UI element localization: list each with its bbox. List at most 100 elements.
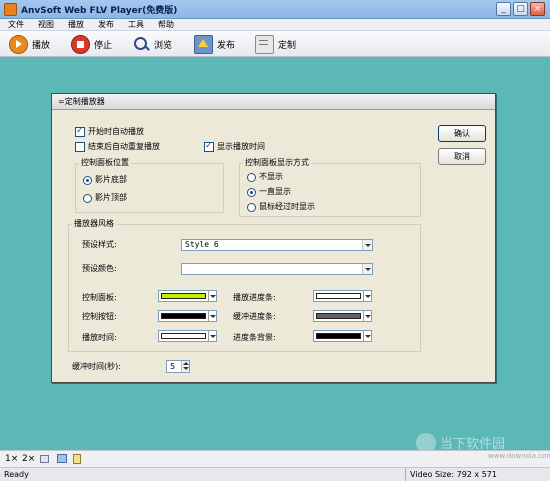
dialog-title-bar: =定制播放器 — [52, 94, 495, 110]
watermark-url: www.downxia.com — [488, 452, 550, 460]
zoom-1x-button[interactable]: 1× — [5, 454, 18, 464]
menu-bar: 文件 视图 播放 发布 工具 帮助 — [0, 19, 550, 31]
panel-position-group — [75, 163, 224, 213]
preset-color-label: 预设颜色: — [82, 264, 117, 273]
preset-style-label: 预设样式: — [82, 240, 117, 249]
play-button[interactable]: 播放 — [9, 34, 50, 54]
customize-icon — [255, 34, 274, 54]
display-hide-radio[interactable] — [247, 173, 256, 182]
chevron-down-icon — [363, 331, 371, 341]
browse-button[interactable]: 浏览 — [133, 34, 172, 54]
publish-label: 发布 — [217, 40, 236, 51]
buffer-time-label: 缓冲时间(秒): — [72, 362, 121, 371]
close-button[interactable]: × — [530, 2, 545, 16]
display-hide-label: 不显示 — [259, 172, 283, 181]
panel-position-title: 控制面板位置 — [79, 158, 131, 168]
panel-display-title: 控制面板显示方式 — [243, 158, 311, 168]
chevron-down-icon — [362, 240, 372, 250]
position-bottom-label: 影片底部 — [95, 175, 127, 184]
menu-file[interactable]: 文件 — [8, 19, 24, 31]
play-label: 播放 — [32, 40, 51, 51]
buffer-time-value: 5 — [170, 362, 176, 371]
note-icon[interactable] — [73, 454, 81, 464]
control-button-color-swatch — [161, 313, 206, 319]
display-always-radio[interactable] — [247, 188, 256, 197]
title-bar: AnvSoft Web FLV Player(免费版) _ □ × — [0, 0, 550, 19]
chevron-down-icon — [208, 311, 216, 321]
buffer-progress-color-swatch — [316, 313, 361, 319]
display-always-label: 一直显示 — [259, 187, 291, 196]
play-time-color-label: 播放时间: — [82, 333, 117, 342]
play-icon — [9, 34, 28, 54]
customize-label: 定制 — [278, 40, 297, 51]
publish-icon — [194, 34, 213, 54]
status-ready: Ready — [4, 470, 29, 479]
control-panel-color-picker[interactable] — [158, 290, 217, 302]
position-top-radio[interactable] — [83, 194, 92, 203]
play-progress-color-picker[interactable] — [313, 290, 372, 302]
chevron-down-icon — [208, 291, 216, 301]
control-panel-color-swatch — [161, 293, 206, 299]
menu-view[interactable]: 视图 — [38, 19, 54, 31]
autoplay-label: 开始时自动播放 — [88, 127, 144, 136]
chevron-down-icon — [362, 264, 372, 274]
display-hover-radio[interactable] — [247, 203, 256, 212]
customize-player-dialog: =定制播放器 确认 取消 开始时自动播放 结束后自动重复播放 显示播放时间 控制… — [51, 93, 496, 383]
play-time-color-picker[interactable] — [158, 330, 217, 342]
buffer-time-spinner[interactable]: 5 — [166, 360, 190, 373]
stop-label: 停止 — [94, 40, 113, 51]
show-time-label: 显示播放时间 — [217, 142, 265, 151]
fullscreen-icon[interactable] — [40, 455, 49, 463]
control-panel-color-label: 控制面板: — [82, 293, 117, 302]
stop-button[interactable]: 停止 — [71, 34, 112, 54]
menu-help[interactable]: 帮助 — [158, 19, 174, 31]
snapshot-icon[interactable] — [57, 454, 67, 463]
chevron-down-icon — [363, 291, 371, 301]
dialog-title: =定制播放器 — [58, 97, 105, 106]
autoplay-checkbox[interactable] — [75, 126, 85, 137]
progress-bg-color-swatch — [316, 333, 361, 339]
play-progress-color-label: 播放进度条: — [233, 293, 276, 302]
position-top-label: 影片顶部 — [95, 193, 127, 202]
customize-button[interactable]: 定制 — [255, 34, 296, 54]
progress-bg-color-label: 进度条背景: — [233, 333, 276, 342]
control-button-color-picker[interactable] — [158, 310, 217, 322]
play-progress-color-swatch — [316, 293, 361, 299]
status-video-size: Video Size: 792 x 571 — [410, 470, 497, 479]
maximize-button[interactable]: □ — [513, 2, 528, 16]
control-button-color-label: 控制按钮: — [82, 312, 117, 321]
browse-label: 浏览 — [154, 40, 173, 51]
chevron-down-icon — [208, 331, 216, 341]
buffer-progress-color-picker[interactable] — [313, 310, 372, 322]
menu-publish[interactable]: 发布 — [98, 19, 114, 31]
show-time-checkbox[interactable] — [204, 141, 214, 152]
progress-bg-color-picker[interactable] — [313, 330, 372, 342]
magnifier-icon — [133, 36, 150, 53]
player-style-title: 播放器风格 — [72, 219, 116, 229]
buffer-progress-color-label: 缓冲进度条: — [233, 312, 276, 321]
publish-button[interactable]: 发布 — [194, 34, 235, 54]
menu-play[interactable]: 播放 — [68, 19, 84, 31]
toolbar: 播放 停止 浏览 发布 定制 — [0, 31, 550, 57]
preset-color-select[interactable] — [181, 263, 373, 275]
display-hover-label: 鼠标经过时显示 — [259, 202, 315, 211]
autoreplay-label: 结束后自动重复播放 — [88, 142, 160, 151]
window-title: AnvSoft Web FLV Player(免费版) — [21, 6, 178, 16]
minimize-button[interactable]: _ — [496, 2, 511, 16]
status-divider — [405, 468, 406, 481]
menu-tools[interactable]: 工具 — [128, 19, 144, 31]
chevron-down-icon — [363, 311, 371, 321]
preset-style-select[interactable]: Style 6 — [181, 239, 373, 251]
ok-button[interactable]: 确认 — [438, 125, 486, 142]
autoreplay-checkbox[interactable] — [75, 142, 85, 152]
spinner-arrows-icon[interactable] — [181, 361, 189, 372]
zoom-strip: 1× 2× www.downxia.com — [0, 450, 550, 467]
stop-icon — [71, 34, 90, 54]
app-icon — [4, 3, 17, 16]
cancel-button[interactable]: 取消 — [438, 148, 486, 165]
play-time-color-swatch — [161, 333, 206, 339]
status-bar: Ready Video Size: 792 x 571 — [0, 467, 550, 481]
position-bottom-radio[interactable] — [83, 176, 92, 185]
zoom-2x-button[interactable]: 2× — [22, 454, 35, 464]
preset-style-value: Style 6 — [185, 240, 219, 249]
